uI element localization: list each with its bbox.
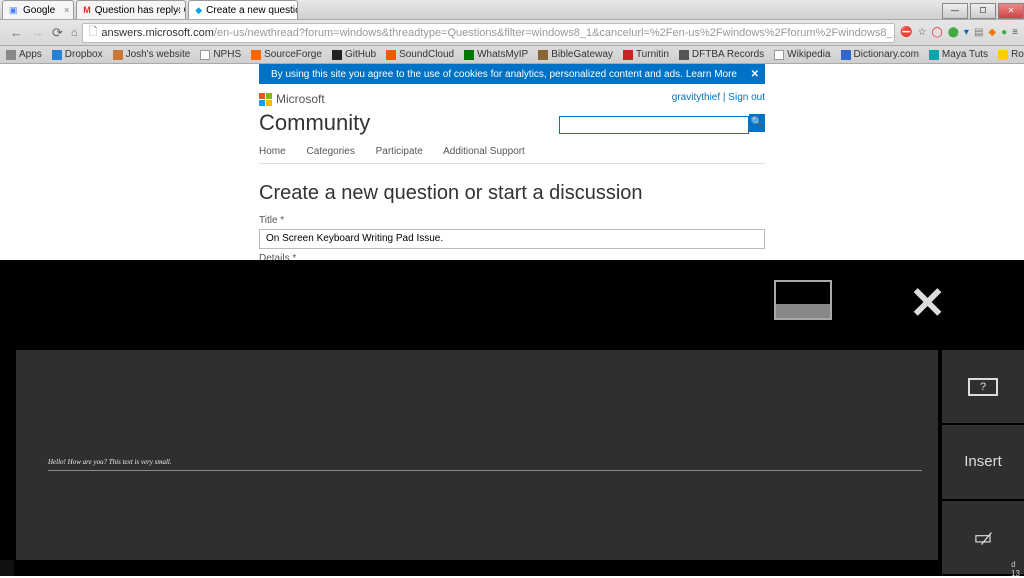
favicon: M	[83, 5, 91, 15]
browser-tab-active[interactable]: ◆ Create a new question or ×	[188, 0, 298, 19]
search-input[interactable]	[559, 116, 749, 134]
bookmark-item[interactable]: SoundCloud	[386, 49, 454, 60]
bookmark-item[interactable]: WhatsMyIP	[464, 49, 528, 60]
browser-toolbar: ← → ⟳ ⌂ 🗋 answers.microsoft.com/en-us/ne…	[0, 20, 1024, 46]
writing-baseline	[48, 470, 922, 471]
url-path: /en-us/newthread?forum=windows&threadtyp…	[214, 27, 895, 39]
ext-icon[interactable]: ▤	[974, 27, 983, 38]
ext-icon[interactable]: ▾	[964, 27, 969, 38]
insert-button[interactable]: Insert	[942, 425, 1024, 498]
window-controls: — ☐ ✕	[940, 3, 1024, 19]
browser-tab[interactable]: ▣ Google ×	[2, 0, 74, 19]
handwriting-sidebar: ? Insert ▭̷	[940, 350, 1024, 576]
bookmark-item[interactable]: Turnitin	[623, 49, 669, 60]
home-button[interactable]: ⌂	[71, 27, 78, 39]
forward-button[interactable]: →	[31, 25, 44, 40]
close-tab-icon[interactable]: ×	[288, 5, 293, 15]
ext-icon[interactable]: ⬤	[948, 27, 959, 38]
bookmark-item[interactable]: Maya Tuts	[929, 49, 988, 60]
bookmark-item[interactable]: Dictionary.com	[841, 49, 919, 60]
ext-icon[interactable]: ●	[1001, 27, 1007, 38]
bookmark-item[interactable]: Wikipedia	[774, 49, 830, 60]
browser-tab[interactable]: M Question has reply: Cann ×	[76, 0, 186, 19]
opera-icon[interactable]: ◯	[932, 27, 943, 38]
tab-label: Question has reply: Cann	[95, 5, 187, 16]
title-label: Title *	[259, 215, 765, 226]
site-menu: Home Categories Participate Additional S…	[259, 146, 765, 164]
bookmark-item[interactable]: DFTBA Records	[679, 49, 764, 60]
bookmark-item[interactable]: Josh's website	[113, 49, 191, 60]
address-bar[interactable]: 🗋 answers.microsoft.com/en-us/newthread?…	[82, 23, 896, 43]
close-panel-icon[interactable]: ✕	[909, 278, 946, 329]
url-host: answers.microsoft.com	[101, 27, 213, 39]
bookmark-item[interactable]: RocketJump	[998, 49, 1024, 60]
back-button[interactable]: ←	[10, 25, 23, 40]
tab-label: Create a new question or	[206, 5, 298, 16]
writing-area[interactable]: Hello! How are you? This text is very sm…	[16, 350, 938, 560]
ext-icon[interactable]: ◆	[988, 27, 996, 38]
handwriting-panel: ✕ Hello! How are you? This text is very …	[0, 260, 1024, 576]
menu-support[interactable]: Additional Support	[443, 146, 525, 157]
close-tab-icon[interactable]: ×	[176, 5, 181, 15]
menu-categories[interactable]: Categories	[306, 146, 354, 157]
menu-participate[interactable]: Participate	[376, 146, 423, 157]
bookmark-item[interactable]: SourceForge	[251, 49, 322, 60]
abp-icon[interactable]: ⛔	[900, 27, 912, 38]
tab-label: Google	[23, 5, 55, 16]
menu-home[interactable]: Home	[259, 146, 286, 157]
apps-button[interactable]: Apps	[6, 49, 42, 60]
system-tray[interactable]: d13	[1007, 560, 1024, 576]
user-links: gravitythief | Sign out	[672, 92, 765, 103]
close-banner-icon[interactable]: ✕	[751, 69, 759, 80]
window-titlebar: ▣ Google × M Question has reply: Cann × …	[0, 0, 1024, 20]
page-heading: Create a new question or start a discuss…	[259, 182, 765, 205]
bookmarks-bar: Apps Dropbox Josh's website NPHS SourceF…	[0, 46, 1024, 64]
help-button[interactable]: ?	[942, 350, 1024, 423]
cookie-banner: By using this site you agree to the use …	[259, 64, 765, 84]
close-window-button[interactable]: ✕	[998, 3, 1024, 19]
bookmark-item[interactable]: NPHS	[200, 49, 241, 60]
bookmark-item[interactable]: GitHub	[332, 49, 376, 60]
start-button[interactable]	[0, 560, 14, 576]
dock-mode-button[interactable]	[774, 280, 832, 320]
favicon: ◆	[195, 5, 202, 15]
bookmark-item[interactable]: BibleGateway	[538, 49, 613, 60]
bookmark-star-icon[interactable]: ☆	[918, 27, 927, 38]
site-search: 🔍	[559, 114, 765, 134]
title-input[interactable]	[259, 229, 765, 249]
signout-link[interactable]: Sign out	[728, 92, 765, 103]
reload-button[interactable]: ⟳	[52, 25, 63, 41]
favicon: ▣	[9, 5, 19, 15]
search-button[interactable]: 🔍	[749, 114, 765, 132]
learn-more-link[interactable]: Learn More	[686, 69, 737, 80]
username-link[interactable]: gravitythief	[672, 92, 720, 103]
cookie-text: By using this site you agree to the use …	[271, 69, 683, 80]
close-tab-icon[interactable]: ×	[64, 5, 69, 15]
maximize-button[interactable]: ☐	[970, 3, 996, 19]
menu-icon[interactable]: ≡	[1012, 27, 1018, 38]
minimize-button[interactable]: —	[942, 3, 968, 19]
bookmark-item[interactable]: Dropbox	[52, 49, 103, 60]
handwriting-text: Hello! How are you? This text is very sm…	[48, 458, 172, 466]
